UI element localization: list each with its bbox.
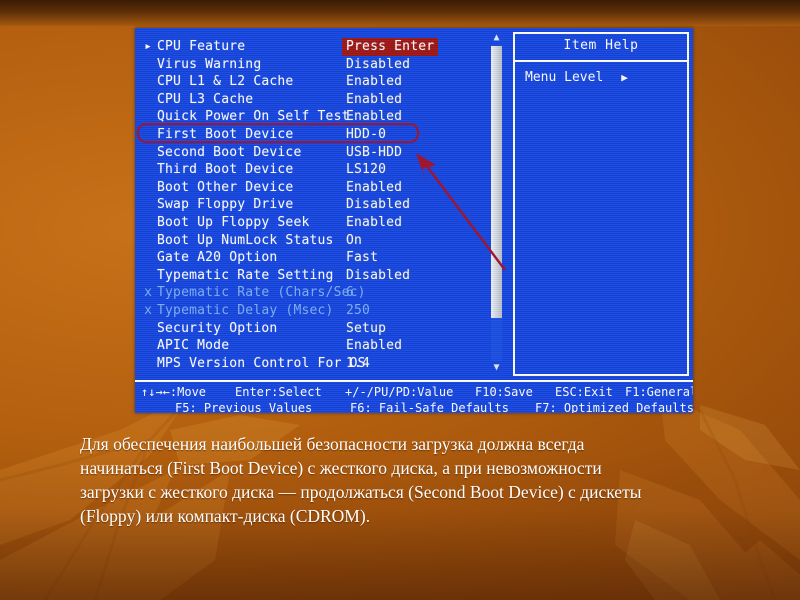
bios-option-label: Second Boot Device: [157, 144, 302, 160]
item-help-title: Item Help: [563, 38, 639, 53]
bios-option-label: Boot Up NumLock Status: [157, 232, 334, 248]
bios-option-value[interactable]: Setup: [346, 320, 386, 338]
function-key-hint: ↑↓→←:Move: [141, 385, 207, 399]
item-help-panel: Item Help Menu Level ▶: [513, 32, 689, 376]
bios-option-row[interactable]: Security Option Setup: [135, 320, 507, 338]
bios-option-value[interactable]: On: [346, 232, 362, 250]
scroll-down-arrow-icon[interactable]: ▼: [490, 362, 503, 374]
bios-option-row[interactable]: CPU L1 & L2 Cache Enabled: [135, 73, 507, 91]
bios-option-value[interactable]: Enabled: [346, 179, 402, 197]
bios-option-value[interactable]: Enabled: [346, 91, 402, 109]
chevron-right-icon: ▶: [621, 71, 628, 84]
scroll-up-arrow-icon[interactable]: ▲: [490, 32, 503, 44]
function-key-hint: F1:General Help: [625, 385, 693, 399]
function-key-hint: F6: Fail-Safe Defaults: [350, 401, 509, 413]
bios-option-value[interactable]: USB-HDD: [346, 144, 402, 162]
bios-option-label: Typematic Rate Setting: [157, 267, 334, 283]
bios-option-label: CPU Feature: [157, 39, 246, 54]
cursor-arrow-icon: ▸: [144, 39, 152, 54]
bios-option-row[interactable]: x Typematic Rate (Chars/Sec) 6: [135, 284, 507, 302]
bios-option-label: Typematic Rate (Chars/Sec): [157, 285, 366, 301]
bios-option-row[interactable]: MPS Version Control For OS 1.4: [135, 355, 507, 373]
slide: ▸ CPU Feature Press Enter Virus Warning Disa…: [0, 0, 800, 600]
caption-line: Для обеспечения наибольшей безопасности …: [80, 434, 585, 454]
bios-option-value[interactable]: LS120: [346, 161, 386, 179]
bios-option-value[interactable]: Press Enter: [342, 38, 439, 56]
bios-option-label: CPU L1 & L2 Cache: [157, 74, 294, 90]
bios-option-label: Typematic Delay (Msec): [157, 303, 334, 318]
caption-line: загрузки с жесткого диска — продолжаться…: [80, 482, 642, 502]
caption-line: (Floppy) или компакт-диска (CDROM).: [80, 506, 371, 526]
function-key-hint: ESC:Exit: [555, 385, 613, 399]
bios-option-value[interactable]: 250: [346, 302, 370, 320]
bios-option-label: Swap Floppy Drive: [157, 197, 294, 213]
annotation-box-first-boot-device: [137, 123, 419, 143]
caption-text: Для обеспечения наибольшей безопасности …: [80, 432, 730, 528]
bios-option-label: Virus Warning: [157, 56, 262, 72]
key-bar-row-2: F5: Previous Values F6: Fail-Safe Default…: [135, 400, 693, 413]
bios-option-label: MPS Version Control For OS: [157, 355, 366, 371]
bios-option-value[interactable]: Enabled: [346, 214, 402, 232]
menu-level-row: Menu Level ▶: [525, 70, 628, 86]
bios-option-value[interactable]: Enabled: [346, 73, 402, 91]
bios-option-label: Boot Up Floppy Seek: [157, 215, 310, 230]
bios-option-row[interactable]: APIC Mode Enabled: [135, 337, 507, 355]
bios-option-value[interactable]: 6: [346, 284, 354, 302]
disabled-marker-icon: x: [144, 285, 152, 301]
bios-option-row[interactable]: x Typematic Delay (Msec) 250: [135, 302, 507, 320]
bios-function-key-bar: ↑↓→←:Move Enter:Select +/-/PU/PD:Value F10:…: [135, 380, 693, 413]
annotation-arrow-second-boot-device: [416, 153, 506, 271]
key-bar-row-1: ↑↓→←:Move Enter:Select +/-/PU/PD:Value F10:…: [135, 384, 693, 400]
background-top-band: [0, 0, 800, 26]
function-key-hint: Enter:Select: [235, 385, 322, 399]
bios-option-value[interactable]: Disabled: [346, 56, 410, 74]
bios-option-label: Security Option: [157, 320, 278, 336]
bios-option-label: APIC Mode: [157, 338, 230, 354]
bios-option-label: CPU L3 Cache: [157, 91, 254, 107]
bios-option-row[interactable]: ▸ CPU Feature Press Enter: [135, 38, 507, 56]
item-help-divider: [515, 60, 687, 62]
bios-option-row[interactable]: Virus Warning Disabled: [135, 56, 507, 74]
function-key-hint: F5: Previous Values: [175, 401, 313, 413]
bios-option-label: Gate A20 Option: [157, 250, 278, 266]
function-key-hint: +/-/PU/PD:Value: [345, 385, 454, 399]
caption-line: начинаться (First Boot Device) с жестког…: [80, 458, 602, 478]
menu-level-label: Menu Level: [525, 70, 604, 85]
bios-option-value[interactable]: 1.4: [346, 355, 370, 373]
function-key-hint: F7: Optimized Defaults: [535, 401, 693, 413]
disabled-marker-icon: x: [144, 303, 152, 318]
bios-option-value[interactable]: Fast: [346, 249, 378, 267]
bios-option-label: Third Boot Device: [157, 162, 294, 178]
bios-option-value[interactable]: Enabled: [346, 337, 402, 355]
bios-option-label: Boot Other Device: [157, 179, 294, 195]
bios-option-row[interactable]: CPU L3 Cache Enabled: [135, 91, 507, 109]
function-key-hint: F10:Save: [475, 385, 533, 399]
